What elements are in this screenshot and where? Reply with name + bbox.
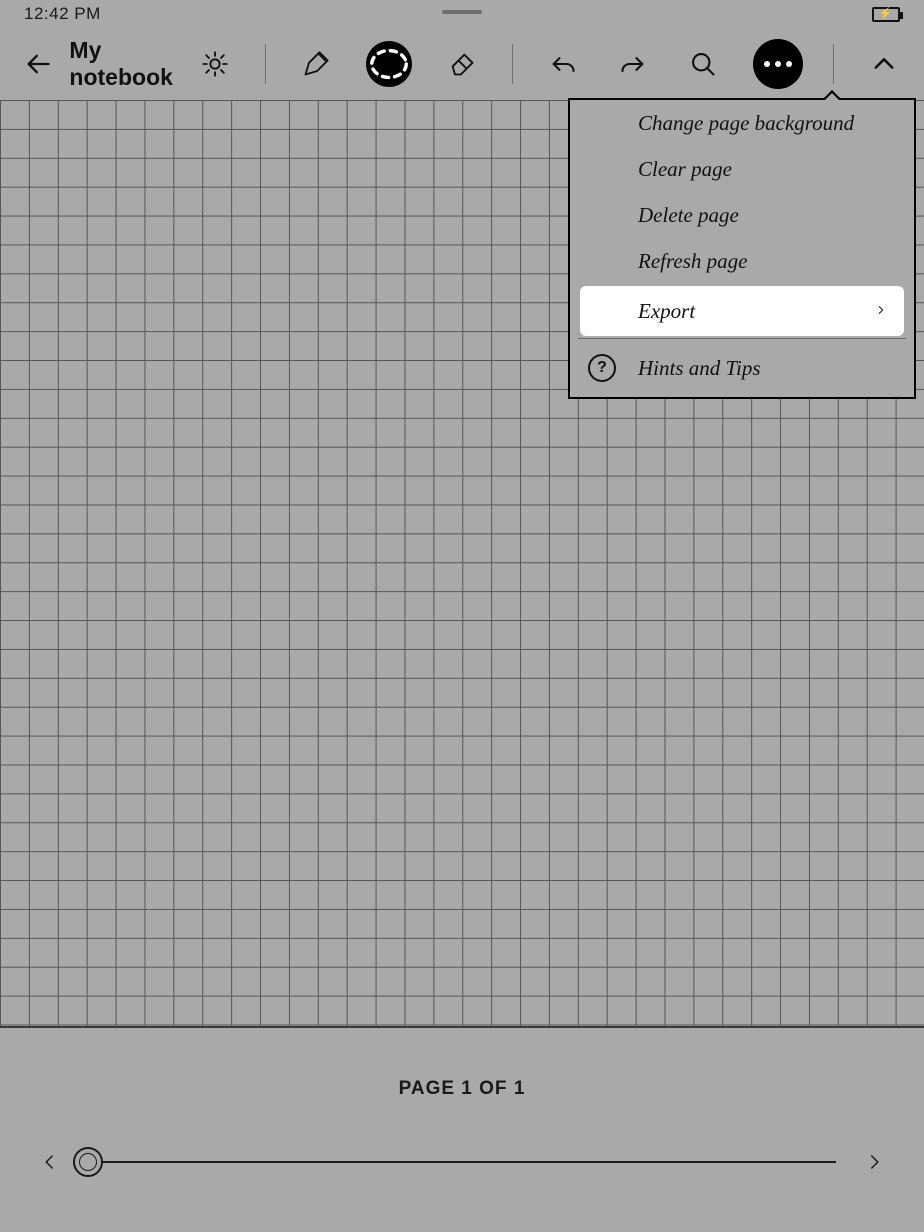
menu-item-label: Refresh page (638, 249, 747, 274)
eraser-icon (448, 50, 476, 78)
menu-item-label: Change page background (638, 111, 854, 136)
arrow-left-icon (24, 50, 52, 78)
back-button[interactable] (20, 44, 55, 84)
page-footer: PAGE 1 OF 1 (0, 1028, 924, 1232)
redo-button[interactable] (613, 44, 653, 84)
brightness-button[interactable] (195, 44, 235, 84)
menu-item-label: Delete page (638, 203, 739, 228)
lasso-tool-button[interactable] (366, 41, 412, 87)
menu-item-label: Export (638, 299, 695, 324)
page-slider[interactable] (88, 1161, 836, 1163)
menu-caret-icon (822, 90, 842, 100)
more-icon (764, 61, 770, 67)
status-time: 12:42 PM (24, 4, 101, 24)
pen-icon (302, 50, 330, 78)
search-button[interactable] (683, 44, 723, 84)
search-icon (689, 50, 717, 78)
next-page-button[interactable] (864, 1142, 884, 1182)
chevron-up-icon (870, 50, 898, 78)
prev-page-button[interactable] (40, 1142, 60, 1182)
chevron-right-icon (865, 1147, 883, 1177)
menu-item-hints[interactable]: ? Hints and Tips (570, 339, 914, 397)
menu-item-delete-page[interactable]: Delete page (570, 192, 914, 238)
page-indicator: PAGE 1 OF 1 (399, 1078, 526, 1100)
menu-item-clear-page[interactable]: Clear page (570, 146, 914, 192)
collapse-toolbar-button[interactable] (864, 44, 904, 84)
separator (833, 44, 834, 84)
status-bar: 12:42 PM ⚡ (0, 0, 924, 28)
drag-handle-icon (442, 10, 482, 14)
redo-icon (619, 50, 647, 78)
battery-charging-icon: ⚡ (872, 7, 900, 22)
undo-icon (549, 50, 577, 78)
separator (265, 44, 266, 84)
eraser-tool-button[interactable] (442, 44, 482, 84)
undo-button[interactable] (543, 44, 583, 84)
more-options-menu: Change page background Clear page Delete… (568, 98, 916, 399)
menu-item-label: Hints and Tips (638, 356, 761, 381)
pen-tool-button[interactable] (296, 44, 336, 84)
slider-knob[interactable] (73, 1147, 103, 1177)
separator (512, 44, 513, 84)
chevron-right-icon (876, 299, 886, 324)
help-icon: ? (588, 354, 616, 382)
more-options-button[interactable] (753, 39, 803, 89)
menu-item-label: Clear page (638, 157, 732, 182)
toolbar: My notebook (0, 28, 924, 100)
brightness-icon (201, 50, 229, 78)
menu-item-refresh-page[interactable]: Refresh page (570, 238, 914, 284)
lasso-icon (366, 41, 412, 87)
menu-item-change-background[interactable]: Change page background (570, 100, 914, 146)
menu-item-export[interactable]: Export (580, 286, 904, 336)
notebook-title: My notebook (69, 37, 195, 91)
chevron-left-icon (41, 1147, 59, 1177)
